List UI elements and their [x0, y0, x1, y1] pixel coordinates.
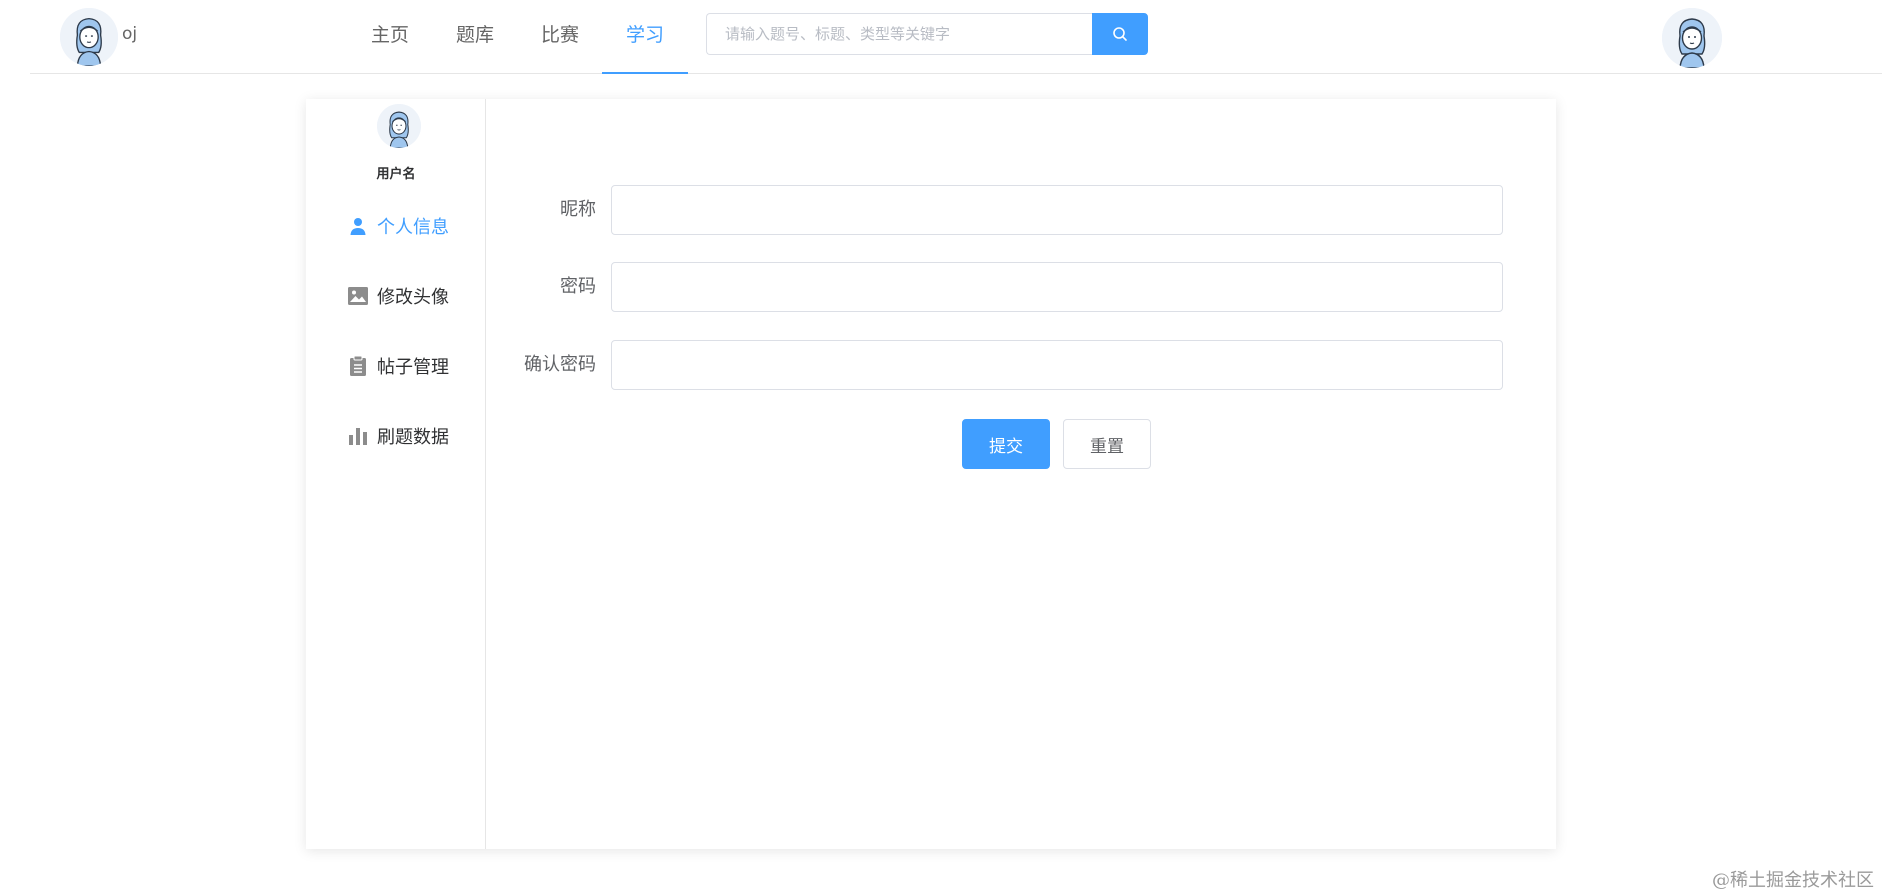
confirm-password-input[interactable]	[611, 340, 1503, 390]
sidebar-item-change-avatar[interactable]: 修改头像	[306, 274, 486, 318]
sidebar-item-profile-info[interactable]: 个人信息	[306, 204, 486, 248]
reset-button[interactable]: 重置	[1063, 419, 1151, 469]
sidebar-item-practice-stats[interactable]: 刷题数据	[306, 414, 486, 458]
profile-card: 用户名 个人信息 修改头像 帖子管理 刷题数据 昵称 密码 确认密码 提交 重置	[306, 99, 1556, 849]
nav-learn[interactable]: 学习	[602, 0, 688, 74]
sidebar-avatar	[377, 104, 421, 148]
confirm-password-label: 确认密码	[524, 354, 596, 375]
search-button[interactable]	[1092, 13, 1148, 55]
bar-chart-icon	[347, 425, 369, 447]
confirm-password-row: 确认密码	[486, 340, 1503, 390]
watermark: @稀土掘金技术社区	[1712, 870, 1874, 891]
user-icon	[347, 215, 369, 237]
site-logo-avatar[interactable]	[60, 8, 118, 66]
nav-contests[interactable]: 比赛	[530, 0, 590, 74]
search-box	[706, 13, 1148, 55]
user-avatar[interactable]	[1662, 8, 1722, 68]
sidebar-item-label: 帖子管理	[377, 357, 449, 378]
top-navbar: oj 主页 题库 比赛 学习	[30, 0, 1882, 74]
nickname-input[interactable]	[611, 185, 1503, 235]
profile-sidebar: 用户名 个人信息 修改头像 帖子管理 刷题数据	[306, 99, 486, 849]
search-icon	[1113, 27, 1127, 41]
search-input[interactable]	[706, 13, 1092, 55]
sidebar-item-post-management[interactable]: 帖子管理	[306, 344, 486, 388]
nickname-row: 昵称	[486, 185, 1503, 235]
sidebar-username: 用户名	[376, 167, 416, 182]
image-icon	[347, 285, 369, 307]
sidebar-item-label: 个人信息	[377, 217, 449, 238]
brand-name[interactable]: oj	[122, 24, 137, 44]
password-label: 密码	[560, 276, 596, 297]
password-input[interactable]	[611, 262, 1503, 312]
sidebar-item-label: 刷题数据	[377, 427, 449, 448]
nav-home[interactable]: 主页	[360, 0, 420, 74]
submit-button[interactable]: 提交	[962, 419, 1050, 469]
clipboard-icon	[347, 355, 369, 377]
nickname-label: 昵称	[560, 199, 596, 220]
password-row: 密码	[486, 262, 1503, 312]
sidebar-item-label: 修改头像	[377, 287, 449, 308]
nav-problems[interactable]: 题库	[445, 0, 505, 74]
